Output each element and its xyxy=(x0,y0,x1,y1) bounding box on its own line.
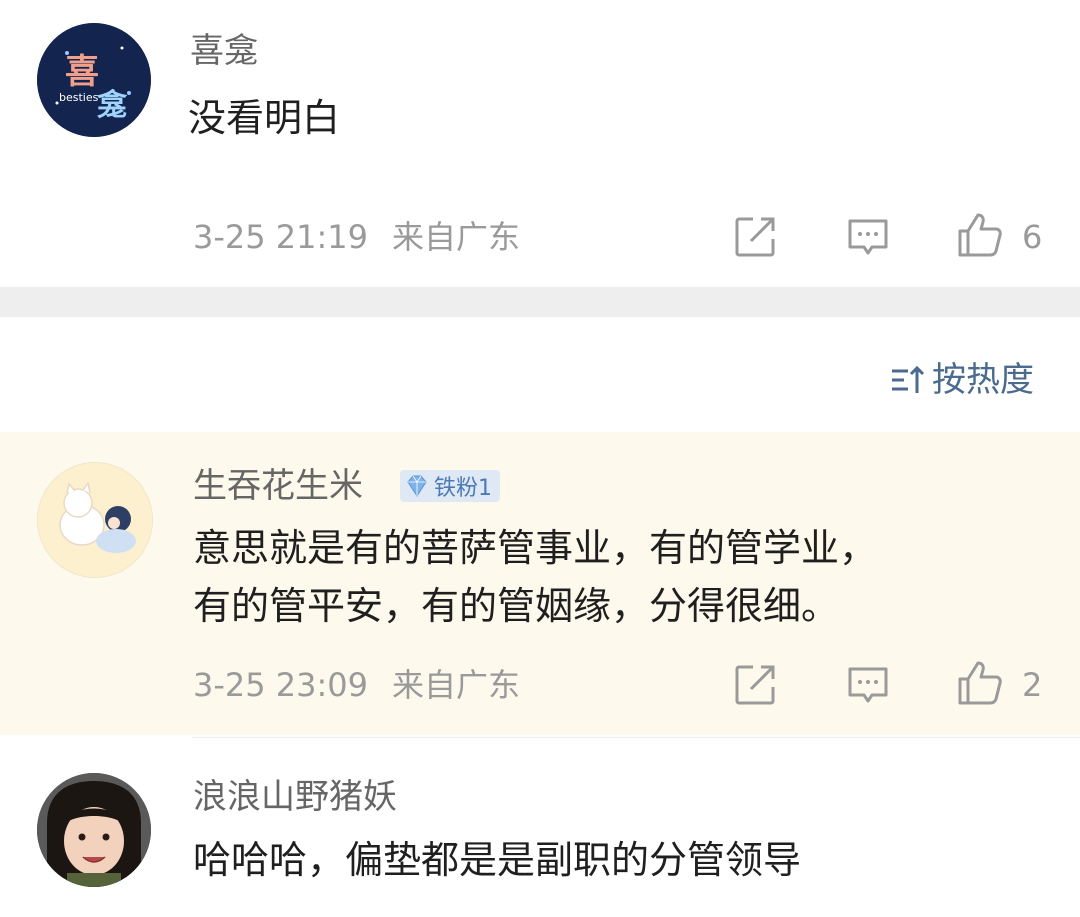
sort-toggle[interactable]: 按热度 xyxy=(890,360,1034,400)
avatar-image: 喜 龛 besties xyxy=(37,23,151,137)
comment-text: 有的管平安，有的管姻缘，分得很细。 xyxy=(193,584,840,628)
reply-icon[interactable] xyxy=(844,213,892,261)
svg-text:龛: 龛 xyxy=(97,88,128,123)
badge-label: 铁粉1 xyxy=(434,476,492,501)
sort-label: 按热度 xyxy=(932,360,1034,400)
like-count: 6 xyxy=(1022,218,1043,256)
section-divider xyxy=(0,287,1080,317)
like-icon[interactable] xyxy=(956,659,1004,707)
avatar-image xyxy=(37,773,151,887)
comment-location: 来自广东 xyxy=(392,218,521,256)
fan-badge[interactable]: 铁粉1 xyxy=(400,470,500,502)
avatar-image xyxy=(38,463,152,577)
diamond-icon xyxy=(407,475,427,497)
comment-text: 没看明白 xyxy=(188,96,341,140)
reply-icon[interactable] xyxy=(844,661,892,709)
avatar[interactable] xyxy=(37,462,153,578)
comment-username[interactable]: 喜龛 xyxy=(190,31,258,71)
comment-time: 3-25 23:09 xyxy=(193,666,369,704)
sort-icon xyxy=(892,365,925,393)
comment-location: 来自广东 xyxy=(392,666,521,704)
avatar[interactable]: 喜 龛 besties xyxy=(37,23,151,137)
comment-time: 3-25 21:19 xyxy=(193,218,369,256)
comment-username[interactable]: 生吞花生米 xyxy=(193,466,363,506)
avatar[interactable] xyxy=(37,773,151,887)
share-icon[interactable] xyxy=(731,213,779,261)
svg-text:喜: 喜 xyxy=(65,52,99,92)
share-icon[interactable] xyxy=(731,661,779,709)
comment-username[interactable]: 浪浪山野猪妖 xyxy=(193,777,397,817)
comment-separator xyxy=(192,737,1080,738)
comment-text: 意思就是有的菩萨管事业，有的管学业， xyxy=(193,526,878,570)
avatar-caption: besties xyxy=(59,91,99,104)
comment-text: 哈哈哈，偏垫都是是副职的分管领导 xyxy=(193,838,802,882)
like-count: 2 xyxy=(1022,666,1043,704)
like-icon[interactable] xyxy=(956,211,1004,259)
